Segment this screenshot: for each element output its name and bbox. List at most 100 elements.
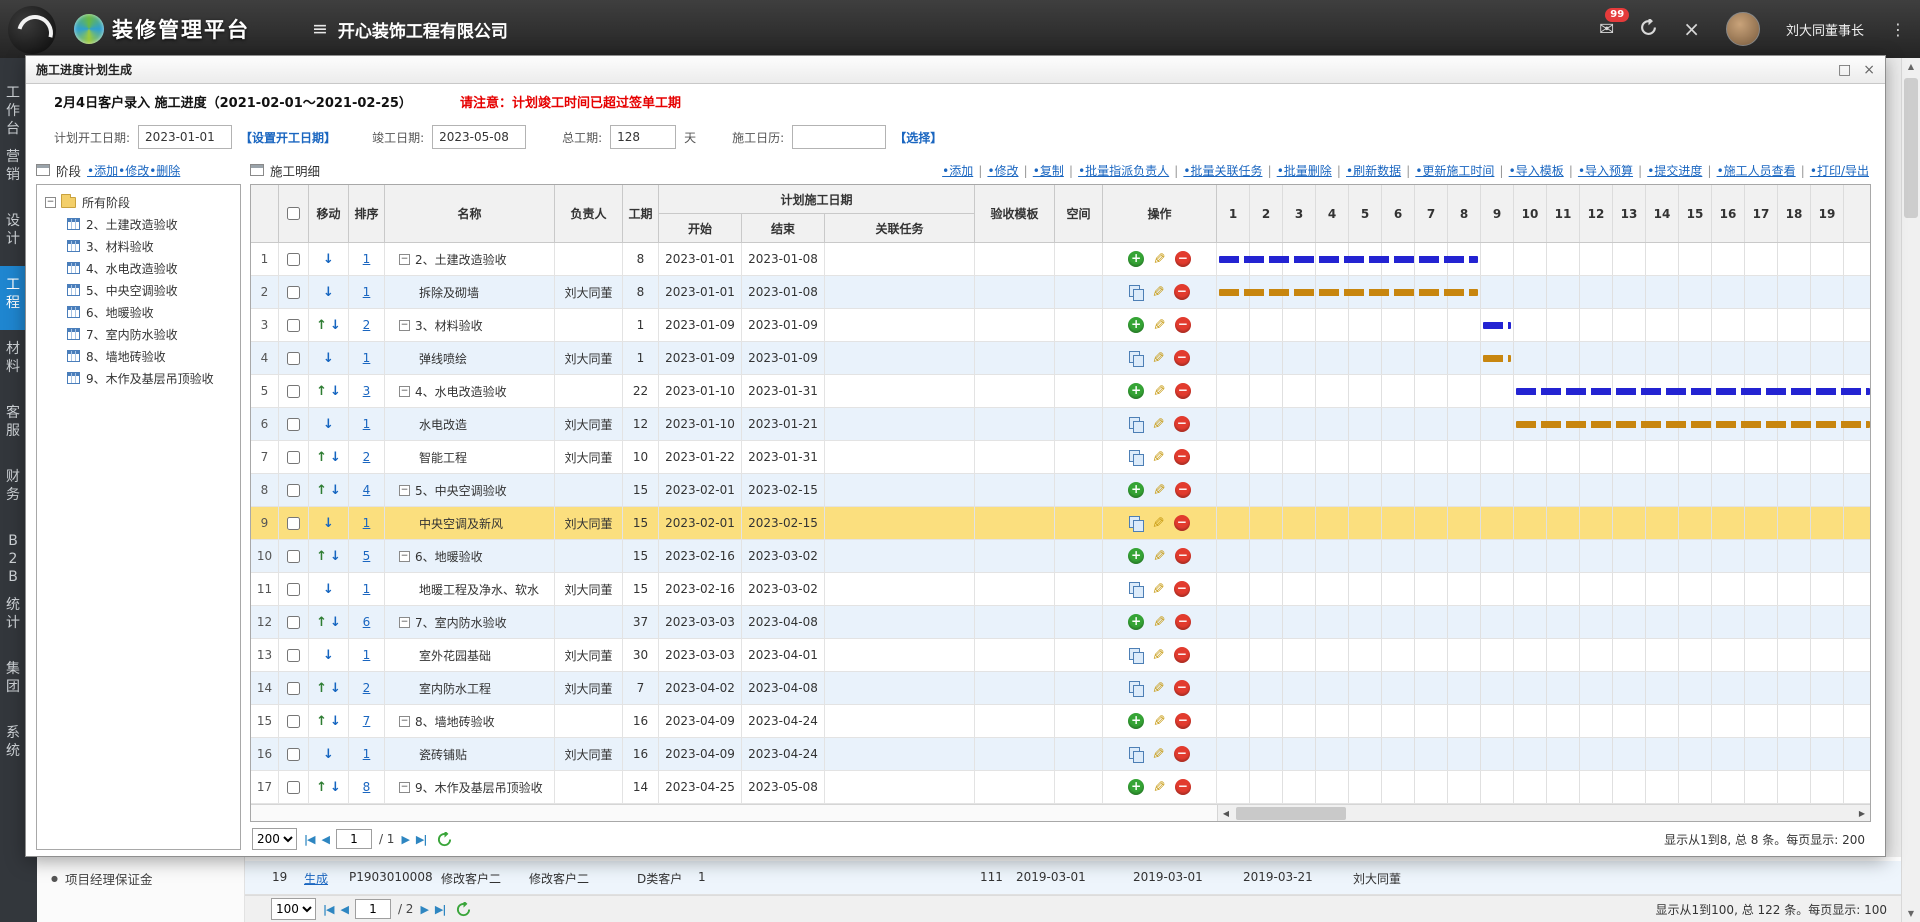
- delete-icon[interactable]: −: [1175, 713, 1191, 729]
- edit-icon[interactable]: ✎: [1153, 483, 1166, 498]
- toolbar-link[interactable]: •批量关联任务: [1183, 162, 1262, 179]
- toolbar-link[interactable]: •施工人员查看: [1717, 162, 1796, 179]
- close-icon[interactable]: ×: [1683, 20, 1700, 38]
- copy-icon[interactable]: [1129, 648, 1143, 663]
- collapse-icon[interactable]: −: [399, 551, 410, 562]
- order-link[interactable]: 5: [363, 549, 371, 563]
- refresh-icon[interactable]: [1640, 19, 1657, 39]
- move-down-icon[interactable]: ↓: [323, 582, 334, 597]
- add-icon[interactable]: +: [1128, 251, 1144, 267]
- bg-page-size-select[interactable]: 100: [271, 898, 316, 920]
- tree-item[interactable]: 5、中央空调验收: [41, 279, 236, 301]
- collapse-icon[interactable]: −: [45, 197, 56, 208]
- last-page-icon[interactable]: ▶|: [416, 833, 426, 846]
- toolbar-link[interactable]: •刷新数据: [1346, 162, 1401, 179]
- row-checkbox[interactable]: [287, 550, 300, 563]
- order-link[interactable]: 1: [363, 285, 371, 299]
- edit-icon[interactable]: ✎: [1153, 384, 1166, 399]
- tree-item[interactable]: 8、墙地砖验收: [41, 345, 236, 367]
- bg-status-link[interactable]: 生成: [304, 870, 328, 887]
- move-down-icon[interactable]: ↓: [323, 648, 334, 663]
- move-up-icon[interactable]: ↑: [316, 780, 327, 795]
- edit-icon[interactable]: ✎: [1152, 681, 1165, 696]
- delete-icon[interactable]: −: [1175, 779, 1191, 795]
- move-down-icon[interactable]: ↓: [330, 780, 341, 795]
- order-link[interactable]: 7: [363, 714, 371, 728]
- copy-icon[interactable]: [1129, 582, 1143, 597]
- move-down-icon[interactable]: ↓: [330, 549, 341, 564]
- bg-page-input[interactable]: [355, 899, 391, 919]
- toolbar-link[interactable]: •导入模板: [1509, 162, 1564, 179]
- move-up-icon[interactable]: ↑: [316, 615, 327, 630]
- tree-item[interactable]: 4、水电改造验收: [41, 257, 236, 279]
- move-down-icon[interactable]: ↓: [323, 417, 334, 432]
- bg-next-page-icon[interactable]: ▶: [420, 903, 427, 916]
- calendar-select-link[interactable]: 【选择】: [894, 129, 942, 146]
- row-checkbox[interactable]: [287, 484, 300, 497]
- copy-icon[interactable]: [1129, 747, 1143, 762]
- move-down-icon[interactable]: ↓: [330, 681, 341, 696]
- move-down-icon[interactable]: ↓: [323, 747, 334, 762]
- edit-icon[interactable]: ✎: [1153, 714, 1166, 729]
- move-up-icon[interactable]: ↑: [316, 549, 327, 564]
- order-link[interactable]: 1: [363, 252, 371, 266]
- stage-action-link[interactable]: •修改: [118, 164, 149, 178]
- bg-first-page-icon[interactable]: |◀: [323, 903, 333, 916]
- next-page-icon[interactable]: ▶: [401, 833, 408, 846]
- delete-icon[interactable]: −: [1174, 680, 1190, 696]
- order-link[interactable]: 2: [363, 450, 371, 464]
- order-link[interactable]: 3: [363, 384, 371, 398]
- set-start-date-link[interactable]: 【设置开工日期】: [240, 129, 336, 146]
- row-checkbox[interactable]: [287, 253, 300, 266]
- order-link[interactable]: 1: [363, 417, 371, 431]
- order-link[interactable]: 4: [363, 483, 371, 497]
- tree-item[interactable]: 3、材料验收: [41, 235, 236, 257]
- row-checkbox[interactable]: [287, 517, 300, 530]
- menu-item-deposit[interactable]: ● 项目经理保证金: [37, 857, 244, 900]
- delete-icon[interactable]: −: [1175, 614, 1191, 630]
- add-icon[interactable]: +: [1128, 383, 1144, 399]
- add-icon[interactable]: +: [1128, 482, 1144, 498]
- edit-icon[interactable]: ✎: [1152, 285, 1165, 300]
- row-checkbox[interactable]: [287, 649, 300, 662]
- row-checkbox[interactable]: [287, 715, 300, 728]
- move-down-icon[interactable]: ↓: [330, 450, 341, 465]
- avatar[interactable]: [1726, 12, 1760, 46]
- calendar-input[interactable]: [792, 125, 886, 149]
- toolbar-link[interactable]: •提交进度: [1647, 162, 1702, 179]
- move-down-icon[interactable]: ↓: [330, 615, 341, 630]
- horizontal-scrollbar[interactable]: ◀ ▶: [1217, 805, 1870, 821]
- delete-icon[interactable]: −: [1174, 350, 1190, 366]
- scrollbar-thumb[interactable]: [1904, 78, 1918, 218]
- delete-icon[interactable]: −: [1175, 317, 1191, 333]
- row-checkbox[interactable]: [287, 418, 300, 431]
- prev-page-icon[interactable]: ◀: [321, 833, 328, 846]
- collapse-icon[interactable]: −: [399, 716, 410, 727]
- delete-icon[interactable]: −: [1175, 383, 1191, 399]
- row-checkbox[interactable]: [287, 286, 300, 299]
- add-icon[interactable]: +: [1128, 614, 1144, 630]
- page-size-select[interactable]: 200: [252, 828, 297, 850]
- row-checkbox[interactable]: [287, 385, 300, 398]
- move-up-icon[interactable]: ↑: [316, 384, 327, 399]
- tree-item[interactable]: 7、室内防水验收: [41, 323, 236, 345]
- order-link[interactable]: 2: [363, 318, 371, 332]
- move-up-icon[interactable]: ↑: [316, 681, 327, 696]
- mail-icon[interactable]: ✉99: [1599, 19, 1614, 40]
- reload-icon[interactable]: [437, 832, 452, 847]
- start-date-input[interactable]: [138, 125, 232, 149]
- order-link[interactable]: 1: [363, 582, 371, 596]
- edit-icon[interactable]: ✎: [1152, 648, 1165, 663]
- copy-icon[interactable]: [1129, 351, 1143, 366]
- edit-icon[interactable]: ✎: [1152, 450, 1165, 465]
- row-checkbox[interactable]: [287, 748, 300, 761]
- delete-icon[interactable]: −: [1174, 581, 1190, 597]
- add-icon[interactable]: +: [1128, 548, 1144, 564]
- move-down-icon[interactable]: ↓: [323, 285, 334, 300]
- toolbar-link[interactable]: •打印/导出: [1810, 162, 1869, 179]
- order-link[interactable]: 6: [363, 615, 371, 629]
- move-up-icon[interactable]: ↑: [316, 318, 327, 333]
- scroll-down-icon[interactable]: ▼: [1902, 905, 1920, 922]
- edit-icon[interactable]: ✎: [1153, 549, 1166, 564]
- collapse-icon[interactable]: −: [399, 617, 410, 628]
